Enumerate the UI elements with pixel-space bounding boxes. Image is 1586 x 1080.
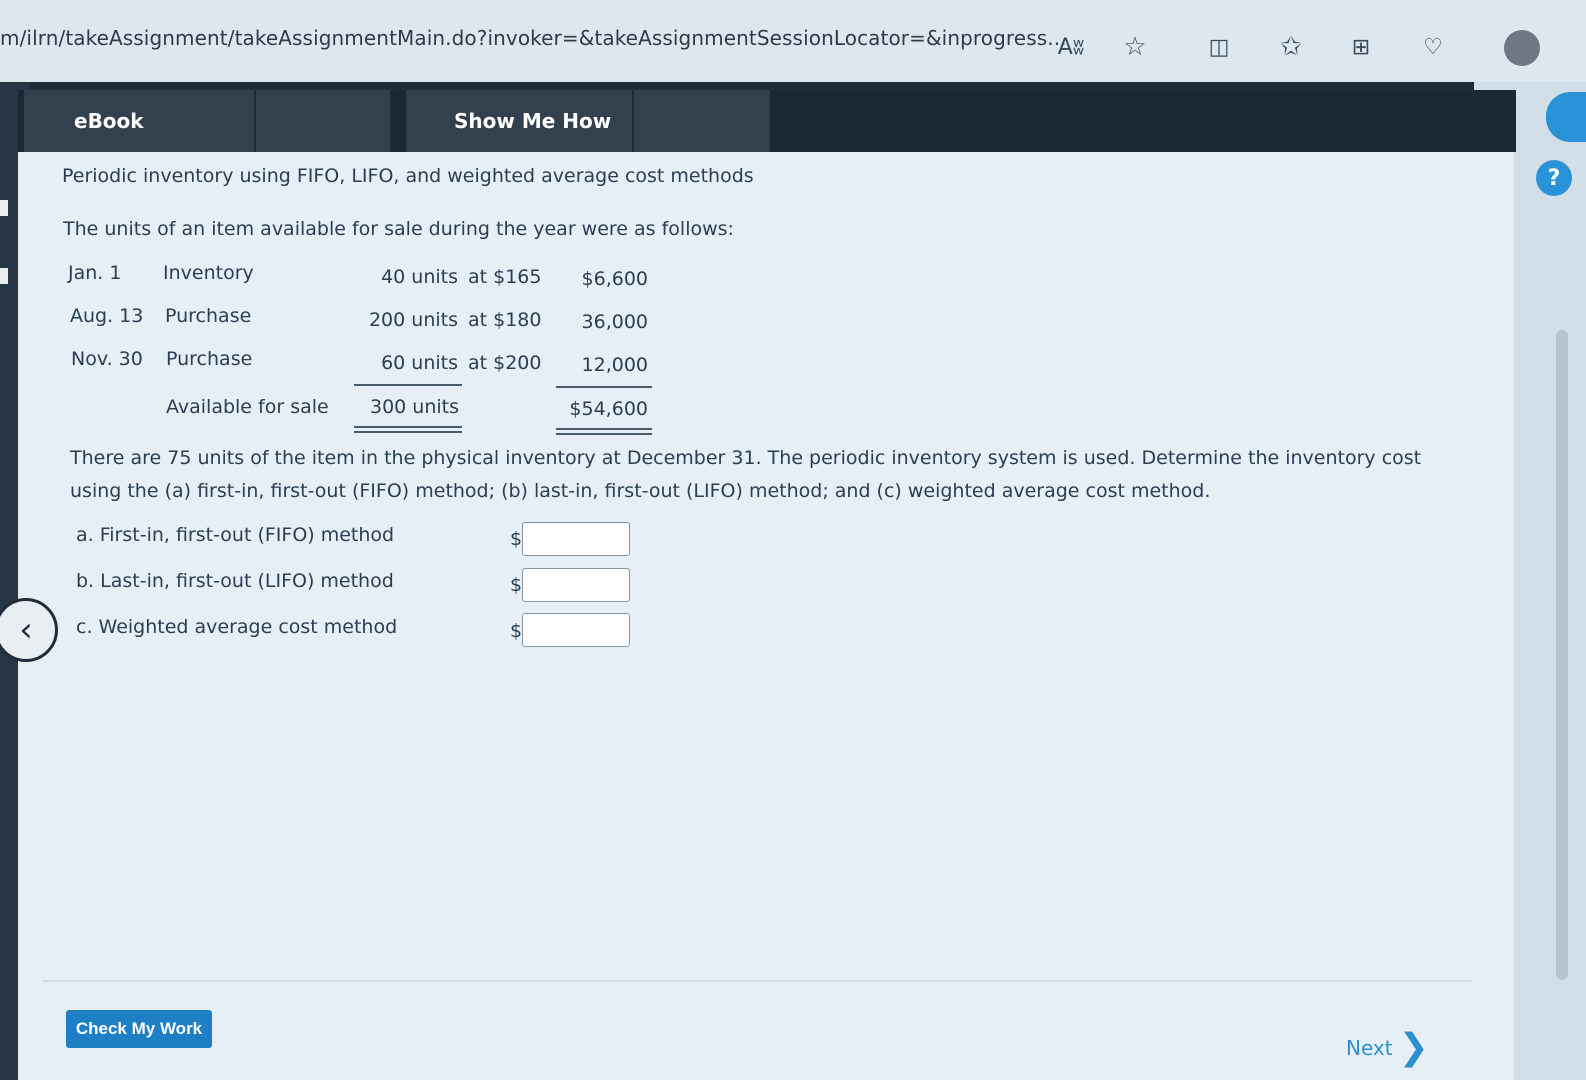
row-description: Purchase [165,305,252,327]
total-description: Available for sale [166,396,329,418]
total-cost: $54,600 [569,398,648,420]
footer-divider [42,980,1472,982]
answer-label-fifo: a. First-in, first-out (FIFO) method [76,524,395,546]
row-description: Inventory [163,262,254,284]
row-total-cost: 36,000 [581,311,648,333]
browser-essentials-icon[interactable]: ♡ [1416,30,1450,64]
favorites-list-icon[interactable]: ✩ [1274,30,1308,64]
row-date: Jan. 1 [68,262,122,284]
total-double-rule [354,426,462,428]
help-icon[interactable]: ? [1536,160,1572,196]
row-total-cost: $6,600 [581,268,648,290]
next-label: Next [1346,1036,1393,1060]
check-my-work-button[interactable]: Check My Work [66,1010,212,1048]
question-text: There are 75 units of the item in the ph… [70,447,1422,502]
answer-label-weighted-average: c. Weighted average cost method [76,616,398,638]
tab-show-me-how-label: Show Me How [454,109,612,133]
tab-ebook[interactable]: eBook [24,90,390,152]
row-date: Aug. 13 [70,305,144,327]
profile-avatar[interactable] [1504,30,1540,66]
edge-marker [0,200,8,216]
row-unit-cost: at $165 [468,266,542,288]
problem-title: Periodic inventory using FIFO, LIFO, and… [62,165,754,187]
row-description: Purchase [166,348,253,370]
row-units: 200 units [368,309,458,331]
currency-symbol: $ [510,528,523,550]
answer-label-lifo: b. Last-in, first-out (LIFO) method [76,570,394,592]
problem-panel: Periodic inventory using FIFO, LIFO, and… [18,152,1514,1080]
lifo-answer-input[interactable] [522,568,630,602]
tab-show-me-how[interactable]: Show Me How [406,90,770,152]
next-link[interactable]: Next ❯ [1346,1030,1429,1066]
tab-divider [254,90,256,152]
row-date: Nov. 30 [71,348,143,370]
row-total-cost: 12,000 [581,354,648,376]
currency-symbol: $ [510,620,523,642]
tab-bar: eBook Show Me How [18,90,1516,152]
fifo-answer-input[interactable] [522,522,630,556]
currency-symbol: $ [510,574,523,596]
browser-toolbar: m/ilrn/takeAssignment/takeAssignmentMain… [0,0,1586,82]
subtotal-rule [354,384,462,386]
side-tool-icon[interactable] [1546,92,1586,142]
row-units: 40 units [381,266,458,288]
scrollbar[interactable] [1556,330,1568,980]
row-unit-cost: at $180 [468,309,542,331]
collections-icon[interactable]: ⊞ [1344,30,1378,64]
read-aloud-icon[interactable]: Aʬ [1054,30,1088,64]
tab-divider [632,90,634,152]
tab-ebook-label: eBook [74,109,144,133]
total-double-rule [354,431,462,433]
chevron-right-icon: ❯ [1398,1027,1429,1068]
split-screen-icon[interactable]: ◫ [1202,30,1236,64]
total-units: 300 units [370,396,460,418]
problem-intro: The units of an item available for sale … [63,218,734,240]
favorite-star-icon[interactable]: ☆ [1118,30,1152,64]
total-double-rule [556,433,652,435]
row-unit-cost: at $200 [468,352,542,374]
chevron-left-icon: ‹ [19,610,33,650]
weighted-average-answer-input[interactable] [522,613,630,647]
edge-marker [0,268,8,284]
address-bar[interactable]: m/ilrn/takeAssignment/takeAssignmentMain… [0,26,1067,50]
row-units: 60 units [381,352,458,374]
total-double-rule [556,428,652,430]
subtotal-rule [556,386,652,388]
